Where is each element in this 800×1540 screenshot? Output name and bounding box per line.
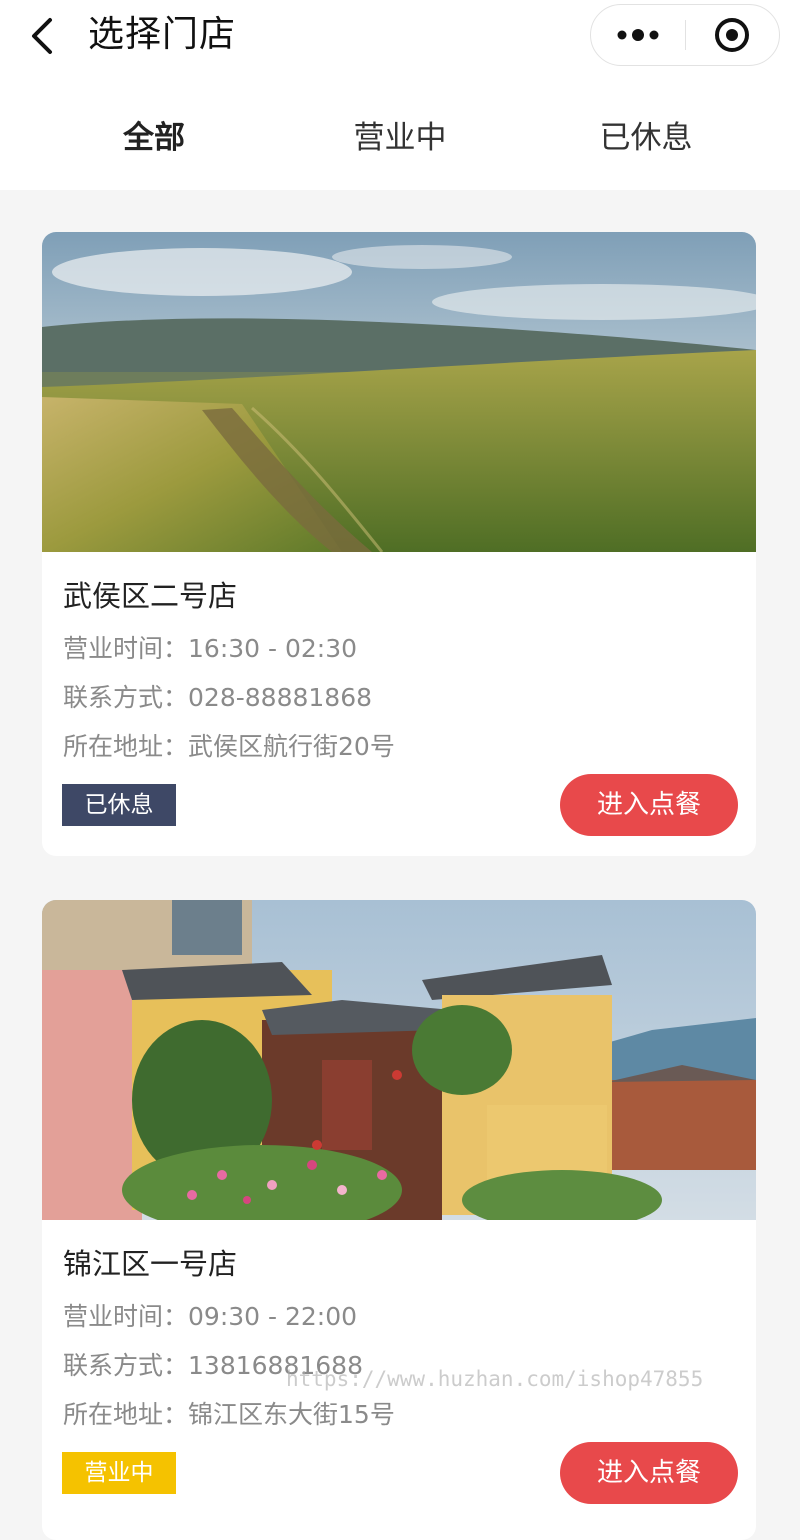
- store-hours: 营业时间：16:30 - 02:30: [63, 632, 357, 666]
- hours-label: 营业时间：: [63, 1302, 189, 1331]
- more-dots-icon: [617, 29, 659, 41]
- hours-label: 营业时间：: [63, 634, 189, 663]
- status-tabs: 全部 营业中 已休息: [0, 108, 800, 168]
- store-address: 所在地址：锦江区东大街15号: [63, 1398, 395, 1432]
- navigation-bar: 选择门店: [0, 0, 800, 72]
- page-title: 选择门店: [88, 14, 237, 55]
- phone-label: 联系方式：: [63, 1351, 189, 1380]
- hours-value: 09:30 - 22:00: [188, 1302, 358, 1331]
- watermark: https://www.huzhan.com/ishop47855: [286, 1367, 704, 1391]
- store-photo-wheat-field: [42, 232, 756, 552]
- store-phone: 联系方式：028-88881868: [63, 681, 372, 715]
- close-mini-program-button[interactable]: [686, 5, 780, 65]
- mini-program-capsule: [590, 4, 780, 66]
- tab-all[interactable]: 全部: [54, 108, 254, 168]
- tab-open[interactable]: 营业中: [300, 108, 500, 168]
- enter-order-button[interactable]: 进入点餐: [560, 1442, 738, 1504]
- store-card[interactable]: 锦江区一号店 营业时间：09:30 - 22:00 联系方式：138168816…: [42, 900, 756, 1540]
- phone-label: 联系方式：: [63, 683, 189, 712]
- more-button[interactable]: [591, 5, 685, 65]
- address-value: 武侯区航行街20号: [188, 732, 395, 761]
- enter-order-button[interactable]: 进入点餐: [560, 774, 738, 836]
- store-hours: 营业时间：09:30 - 22:00: [63, 1300, 357, 1334]
- status-badge: 营业中: [62, 1452, 176, 1494]
- address-value: 锦江区东大街15号: [188, 1400, 395, 1429]
- top-bar: 选择门店 全部 营业中 已休息: [0, 0, 800, 190]
- back-button[interactable]: [22, 14, 66, 58]
- phone-value: 028-88881868: [188, 683, 372, 712]
- store-address: 所在地址：武侯区航行街20号: [63, 730, 395, 764]
- store-name: 武侯区二号店: [63, 579, 238, 613]
- store-name: 锦江区一号店: [63, 1247, 238, 1281]
- address-label: 所在地址：: [63, 1400, 189, 1429]
- hours-value: 16:30 - 02:30: [188, 634, 358, 663]
- status-badge: 已休息: [62, 784, 176, 826]
- store-photo-courtyard-house: [42, 900, 756, 1220]
- chevron-left-icon: [32, 18, 52, 54]
- tab-closed[interactable]: 已休息: [546, 108, 746, 168]
- store-card[interactable]: 武侯区二号店 营业时间：16:30 - 02:30 联系方式：028-88881…: [42, 232, 756, 856]
- record-circle-icon: [715, 18, 749, 52]
- address-label: 所在地址：: [63, 732, 189, 761]
